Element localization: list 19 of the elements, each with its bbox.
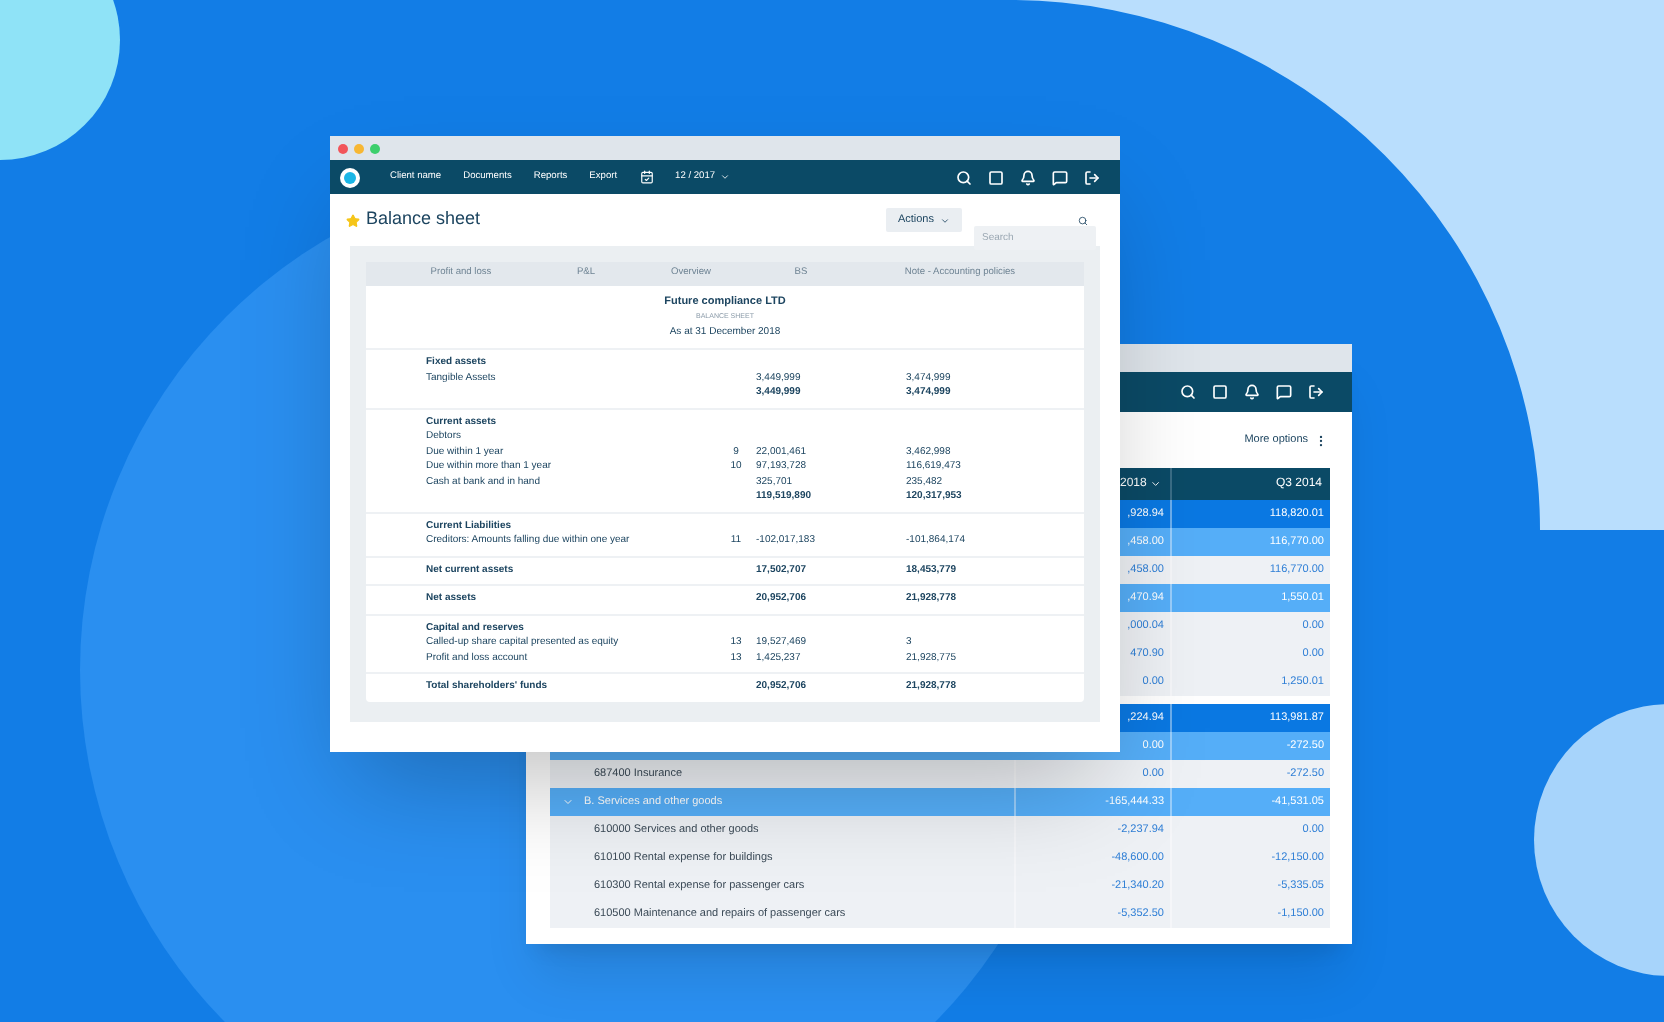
chevron-icon <box>940 215 950 225</box>
more-icon[interactable] <box>1314 433 1328 447</box>
bell-icon[interactable] <box>1244 384 1260 400</box>
calendar-icon[interactable] <box>639 170 654 184</box>
logo-icon[interactable] <box>340 167 360 187</box>
search-icon <box>1078 215 1088 225</box>
chat-icon[interactable] <box>1276 384 1292 400</box>
logout-icon[interactable] <box>1308 384 1324 400</box>
bell-icon[interactable] <box>1020 169 1036 185</box>
search-icon[interactable] <box>1180 384 1196 400</box>
window-icon[interactable] <box>1212 384 1228 400</box>
search-icon[interactable] <box>956 169 972 185</box>
chevron-icon <box>1150 478 1162 490</box>
chevron-icon <box>719 172 730 182</box>
logout-icon[interactable] <box>1084 169 1100 185</box>
window-icon[interactable] <box>988 169 1004 185</box>
star-icon[interactable] <box>346 213 360 227</box>
chat-icon[interactable] <box>1052 169 1068 185</box>
page-title: Balance sheet <box>366 206 481 233</box>
